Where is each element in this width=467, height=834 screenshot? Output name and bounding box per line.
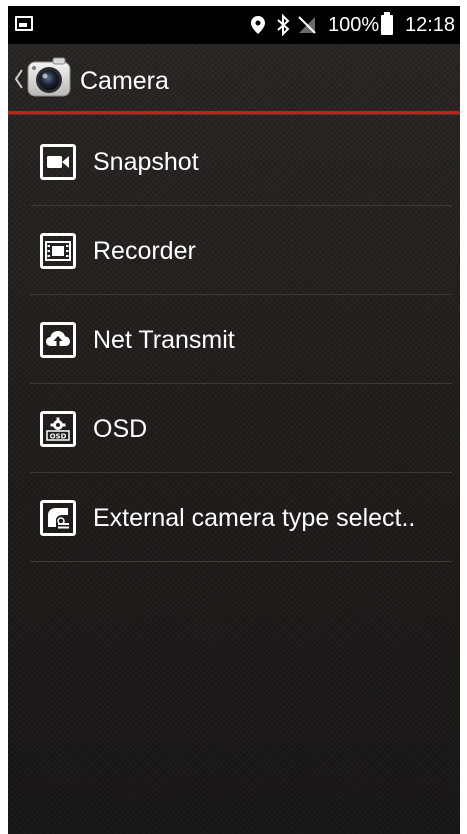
list-item-osd[interactable]: OSD OSD [30, 384, 452, 473]
camera-app-icon[interactable] [25, 54, 73, 102]
divider [30, 561, 452, 562]
svg-text:OSD: OSD [50, 433, 67, 441]
action-bar: Camera [8, 44, 460, 114]
external-camera-icon [40, 500, 76, 536]
back-chevron-icon[interactable] [11, 62, 25, 96]
bluetooth-icon [277, 14, 290, 36]
battery-icon [381, 12, 393, 35]
list-item-label: Net Transmit [93, 326, 235, 354]
list-item-recorder[interactable]: Recorder [30, 206, 452, 295]
video-camera-icon [40, 144, 76, 180]
status-time: 12:18 [405, 14, 456, 36]
list-item-label: Snapshot [93, 148, 199, 176]
status-bar: 100% 12:18 [8, 6, 460, 44]
list-item-external-camera[interactable]: External camera type select.. [30, 473, 452, 562]
screen: 100% 12:18 Camera Snapshot Recorder Net … [8, 6, 460, 834]
notification-image-icon [15, 16, 33, 31]
list-item-label: Recorder [93, 237, 196, 265]
list-item-snapshot[interactable]: Snapshot [30, 117, 452, 206]
settings-list: Snapshot Recorder Net Transmit OSD OSD E… [8, 117, 460, 562]
list-item-label: OSD [93, 415, 148, 443]
cloud-upload-icon [40, 322, 76, 358]
battery-percent: 100% [328, 14, 380, 36]
osd-icon: OSD [40, 411, 76, 447]
page-title: Camera [80, 67, 169, 95]
film-icon [40, 233, 76, 269]
list-item-label: External camera type select.. [93, 504, 416, 532]
location-icon [251, 16, 265, 34]
list-item-net-transmit[interactable]: Net Transmit [30, 295, 452, 384]
no-sim-icon [298, 16, 316, 34]
